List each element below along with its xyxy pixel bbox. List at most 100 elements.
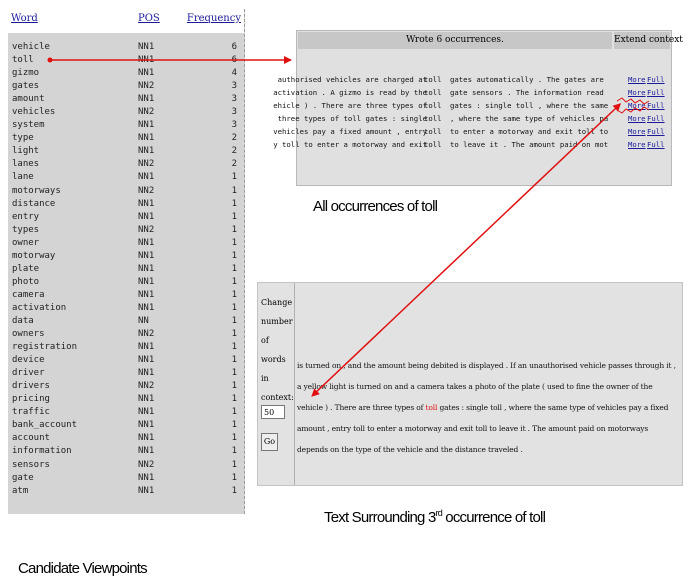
word-row-amount[interactable]: amount NN1 3 xyxy=(8,93,244,106)
frequency-cell: 2 xyxy=(231,146,237,157)
word-cell: vehicle xyxy=(12,42,50,52)
word-row-motorways[interactable]: motorways NN2 1 xyxy=(8,185,244,198)
frequency-column-header[interactable]: Frequency xyxy=(187,13,241,24)
word-row-types[interactable]: types NN2 1 xyxy=(8,224,244,237)
go-button[interactable]: Go xyxy=(261,433,278,451)
word-row-toll[interactable]: toll NN1 6 xyxy=(8,54,244,67)
pos-cell: NN1 xyxy=(138,94,155,105)
word-row-drivers[interactable]: drivers NN2 1 xyxy=(8,380,244,393)
word-cell: data xyxy=(12,315,34,326)
pos-column-header[interactable]: POS xyxy=(138,13,160,24)
full-link[interactable]: Full xyxy=(647,86,665,99)
pos-cell: NN1 xyxy=(138,394,155,405)
word-row-system[interactable]: system NN1 3 xyxy=(8,119,244,132)
frequency-cell: 1 xyxy=(231,420,237,431)
word-row-owner[interactable]: owner NN1 1 xyxy=(8,237,244,250)
more-link[interactable]: More xyxy=(628,112,646,125)
frequency-cell: 1 xyxy=(231,381,237,392)
more-link[interactable]: More xyxy=(628,99,646,112)
word-table-header: Word POS Frequency xyxy=(8,9,244,33)
occurrence-left-context: authorised vehicles are charged at xyxy=(277,75,427,84)
occurrence-keyword: toll xyxy=(424,75,442,84)
full-link[interactable]: Full xyxy=(647,73,665,86)
pos-cell: NN xyxy=(138,315,149,326)
occurrence-keyword: toll xyxy=(424,101,442,110)
occurrence-right-context: gate sensors . The information read xyxy=(450,88,604,97)
full-link[interactable]: Full xyxy=(647,112,665,125)
frequency-cell: 1 xyxy=(231,485,237,496)
word-row-lanes[interactable]: lanes NN2 2 xyxy=(8,158,244,171)
more-link[interactable]: More xyxy=(628,125,646,138)
word-row-plate[interactable]: plate NN1 1 xyxy=(8,263,244,276)
pos-cell: NN1 xyxy=(138,42,155,52)
pos-cell: NN1 xyxy=(138,263,155,274)
pos-cell: NN1 xyxy=(138,407,155,418)
word-cell: atm xyxy=(12,485,29,496)
context-controls: Change number of words in context: Go xyxy=(258,283,295,485)
word-row-activation[interactable]: activation NN1 1 xyxy=(8,302,244,315)
more-link[interactable]: More xyxy=(628,86,646,99)
word-row-device[interactable]: device NN1 1 xyxy=(8,354,244,367)
pos-cell: NN1 xyxy=(138,420,155,431)
word-row-gate[interactable]: gate NN1 1 xyxy=(8,472,244,485)
pos-cell: NN1 xyxy=(138,302,155,313)
word-row-vehicles[interactable]: vehicles NN2 3 xyxy=(8,106,244,119)
pos-cell: NN1 xyxy=(138,68,155,79)
word-row-gates[interactable]: gates NN2 3 xyxy=(8,80,244,93)
frequency-cell: 2 xyxy=(231,159,237,170)
word-row-sensors[interactable]: sensors NN2 1 xyxy=(8,459,244,472)
word-row-account[interactable]: account NN1 1 xyxy=(8,432,244,445)
pos-cell: NN2 xyxy=(138,381,155,392)
word-cell: activation xyxy=(12,302,67,313)
pos-cell: NN1 xyxy=(138,133,155,144)
word-row-vehicle[interactable]: vehicle NN1 6 xyxy=(8,41,244,54)
occurrence-right-context: gates automatically . The gates are xyxy=(450,75,604,84)
word-row-distance[interactable]: distance NN1 1 xyxy=(8,198,244,211)
pos-cell: NN1 xyxy=(138,368,155,379)
frequency-cell: 3 xyxy=(231,81,237,92)
word-table-body: vehicle NN1 6 toll NN1 6 gizmo NN1 4 gates NN2 3 amo… xyxy=(8,41,244,498)
word-cell: sensors xyxy=(12,459,50,470)
context-caption: Text Surrounding 3rd occurrence of toll xyxy=(324,508,546,526)
word-row-lane[interactable]: lane NN1 1 xyxy=(8,171,244,184)
word-row-bank_account[interactable]: bank_account NN1 1 xyxy=(8,419,244,432)
word-row-registration[interactable]: registration NN1 1 xyxy=(8,341,244,354)
word-row-owners[interactable]: owners NN2 1 xyxy=(8,328,244,341)
word-row-photo[interactable]: photo NN1 1 xyxy=(8,276,244,289)
word-row-driver[interactable]: driver NN1 1 xyxy=(8,367,244,380)
word-row-entry[interactable]: entry NN1 1 xyxy=(8,211,244,224)
frequency-cell: 6 xyxy=(231,42,237,52)
word-row-data[interactable]: data NN 1 xyxy=(8,315,244,328)
word-row-camera[interactable]: camera NN1 1 xyxy=(8,289,244,302)
more-link[interactable]: More xyxy=(628,73,646,86)
occurrences-panel: Wrote 6 occurrences. Extend context auth… xyxy=(273,30,683,186)
words-in-context-input[interactable] xyxy=(261,405,285,419)
word-row-traffic[interactable]: traffic NN1 1 xyxy=(8,406,244,419)
full-link[interactable]: Full xyxy=(647,138,665,151)
frequency-cell: 1 xyxy=(231,315,237,326)
word-cell: photo xyxy=(12,276,40,287)
word-frequency-panel: Word POS Frequency vehicle NN1 6 toll NN1 6 gi… xyxy=(8,9,245,514)
more-link[interactable]: More xyxy=(628,138,646,151)
word-column-header[interactable]: Word xyxy=(11,13,38,24)
word-row-motorway[interactable]: motorway NN1 1 xyxy=(8,250,244,263)
full-link[interactable]: Full xyxy=(647,99,665,112)
occurrence-keyword: toll xyxy=(424,127,442,136)
word-row-atm[interactable]: atm NN1 1 xyxy=(8,485,244,498)
word-row-information[interactable]: information NN1 1 xyxy=(8,445,244,458)
word-row-gizmo[interactable]: gizmo NN1 4 xyxy=(8,67,244,80)
frequency-cell: 1 xyxy=(231,459,237,470)
word-cell: gate xyxy=(12,472,34,483)
word-cell: owner xyxy=(12,237,40,248)
pos-cell: NN2 xyxy=(138,81,155,92)
frequency-cell: 3 xyxy=(231,120,237,131)
full-link[interactable]: Full xyxy=(647,125,665,138)
pos-cell: NN2 xyxy=(138,159,155,170)
word-row-light[interactable]: light NN1 2 xyxy=(8,145,244,158)
word-row-type[interactable]: type NN1 2 xyxy=(8,132,244,145)
word-cell: entry xyxy=(12,211,40,222)
occurrence-right-context: to enter a motorway and exit toll to xyxy=(450,127,609,136)
pos-cell: NN1 xyxy=(138,250,155,261)
occurrence-left-context: ehicle ) . There are three types of xyxy=(273,101,427,110)
word-row-pricing[interactable]: pricing NN1 1 xyxy=(8,393,244,406)
